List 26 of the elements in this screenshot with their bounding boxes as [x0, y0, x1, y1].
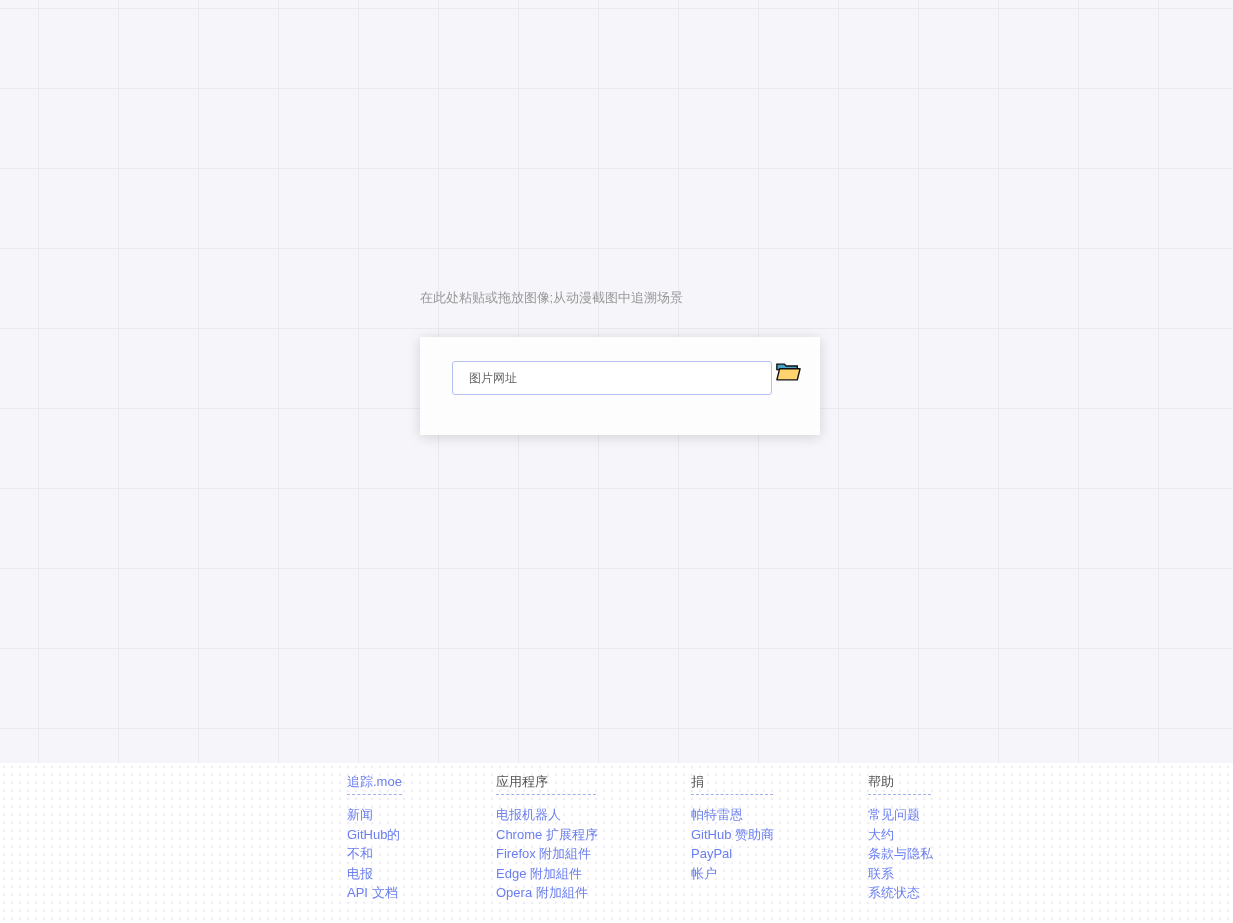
footer-link[interactable]: PayPal: [691, 844, 733, 864]
footer-link[interactable]: 电报: [347, 863, 373, 883]
footer-link[interactable]: 大约: [868, 824, 894, 844]
footer-link[interactable]: 联系: [868, 863, 894, 883]
column-heading: 帮助: [868, 775, 931, 795]
footer-link[interactable]: GitHub的: [347, 824, 401, 844]
footer-link[interactable]: 不和: [347, 844, 373, 864]
footer-link[interactable]: 新闻: [347, 805, 373, 825]
footer-link[interactable]: 电报机器人: [496, 805, 561, 825]
footer-link[interactable]: Edge 附加組件: [496, 863, 582, 883]
footer-link[interactable]: API 文档: [347, 883, 398, 903]
footer-link[interactable]: 常见问题: [868, 805, 920, 825]
footer-link[interactable]: 条款与隐私: [868, 844, 933, 864]
url-input-field[interactable]: 图片网址: [451, 361, 772, 395]
footer-link[interactable]: GitHub 赞助商: [691, 824, 775, 844]
site-link[interactable]: 追踪.moe: [347, 775, 402, 795]
footer-link[interactable]: 帕特雷恩: [691, 805, 743, 825]
footer-link[interactable]: 系统状态: [868, 883, 920, 903]
drop-hint: 在此处粘贴或拖放图像;从动漫截图中追溯场景: [419, 289, 684, 307]
folder-icon[interactable]: [774, 360, 801, 382]
column-heading: 捐: [691, 775, 773, 795]
footer-link[interactable]: Opera 附加組件: [496, 883, 588, 903]
footer-link[interactable]: Chrome 扩展程序: [496, 824, 598, 844]
footer-link[interactable]: Firefox 附加組件: [496, 844, 592, 864]
footer-link[interactable]: 帐户: [691, 863, 717, 883]
column-heading: 应用程序: [496, 775, 596, 795]
